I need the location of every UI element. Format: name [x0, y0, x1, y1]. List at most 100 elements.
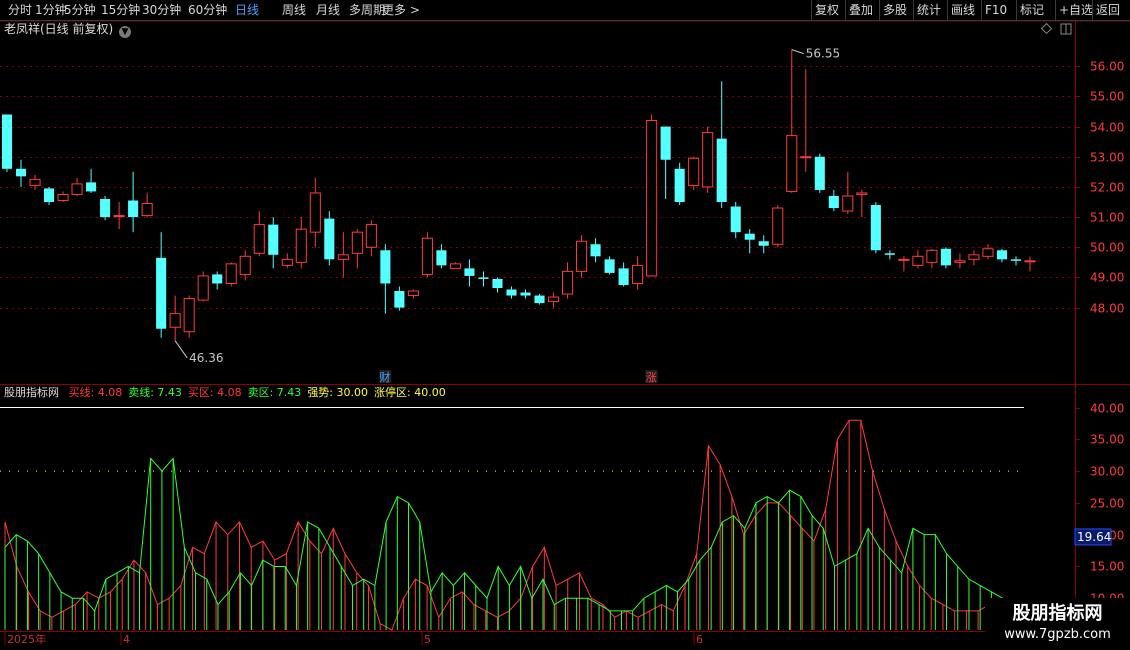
candle-body: [800, 156, 812, 159]
candle: [576, 235, 588, 278]
period-tab-7[interactable]: 周线: [282, 2, 306, 18]
candle: [688, 156, 700, 190]
candle: [1010, 256, 1022, 266]
candle: [197, 271, 209, 302]
toolbar-action-8[interactable]: 返回: [1096, 2, 1120, 18]
watermark: 股朋指标网 www.7gpzb.com: [985, 598, 1130, 650]
candle-body: [100, 198, 111, 218]
period-tab-4[interactable]: 30分钟: [142, 2, 181, 18]
candle-body: [1024, 260, 1036, 263]
toolbar-action-7[interactable]: +自选: [1059, 2, 1093, 18]
indicator-tick-label: 35.00: [1090, 433, 1124, 447]
candle: [842, 171, 854, 215]
diamond-icon: [1040, 22, 1053, 35]
candle: [183, 295, 195, 338]
candle-body: [421, 237, 433, 275]
candle: [478, 271, 489, 287]
candle-body: [730, 206, 741, 233]
candle-body: [968, 254, 980, 260]
high-pointer: [791, 49, 804, 55]
candle-body: [15, 168, 27, 177]
period-tab-1[interactable]: 1分钟: [35, 2, 67, 18]
candle-body: [156, 257, 167, 329]
candle: [632, 256, 644, 290]
period-tab-10[interactable]: 更多 >: [382, 2, 420, 18]
toolbar-separator: [913, 0, 914, 20]
candle: [828, 189, 839, 212]
indicator-legend-item: 涨停区: 40.00: [374, 386, 446, 399]
chevron-down-icon[interactable]: ▼: [119, 26, 132, 38]
toolbar-action-6[interactable]: 标记: [1020, 2, 1044, 18]
indicator-legend-item: 卖区: 7.43: [247, 386, 302, 399]
candle: [674, 162, 685, 206]
candle: [954, 253, 966, 269]
candle-body: [758, 241, 769, 246]
candle-body: [814, 156, 825, 190]
indicator-legend-item: 卖线: 7.43: [128, 386, 182, 399]
toolbar-action-4[interactable]: 画线: [951, 2, 975, 18]
candle-body: [113, 215, 125, 218]
indicator-tick-label: 25.00: [1090, 497, 1124, 511]
high-price-label: 56.55: [806, 47, 840, 61]
candle: [1024, 256, 1036, 272]
event-marker-finance: 财: [379, 370, 390, 384]
candle-body: [716, 138, 727, 202]
time-axis-label: 4: [123, 633, 130, 646]
candle: [506, 286, 517, 299]
price-tick-label: 49.00: [1090, 271, 1124, 285]
indicator-tick-label: 15.00: [1090, 560, 1124, 574]
toolbar-action-3[interactable]: 统计: [917, 2, 941, 18]
indicator-name[interactable]: 股朋指标网: [4, 386, 59, 399]
current-value-label: 19.64: [1077, 530, 1111, 544]
candle: [156, 232, 167, 338]
candle: [940, 247, 951, 269]
candle-body: [57, 193, 69, 201]
candle: [800, 69, 812, 172]
toolbar-action-5[interactable]: F10: [985, 2, 1007, 18]
candle-body: [520, 292, 531, 296]
period-tab-0[interactable]: 分时: [8, 2, 32, 18]
candle: [856, 189, 868, 218]
low-pointer: [174, 340, 188, 359]
period-tab-8[interactable]: 月线: [316, 2, 340, 18]
candle: [464, 259, 475, 287]
toolbar-action-2[interactable]: 多股: [883, 2, 907, 18]
stock-title[interactable]: 老凤祥(日线 前复权) ▼: [4, 21, 132, 38]
candle: [618, 262, 629, 287]
indicator-legend-item: 强势: 30.00: [307, 386, 369, 399]
indicator-legend-item: 买线: 4.08: [68, 386, 123, 399]
candle: [520, 289, 531, 299]
period-tab-2[interactable]: 5分钟: [64, 2, 96, 18]
period-tab-5[interactable]: 60分钟: [188, 2, 227, 18]
price-tick-label: 48.00: [1090, 302, 1124, 316]
toolbar-action-1[interactable]: 叠加: [849, 2, 873, 18]
candle-body: [281, 258, 293, 266]
period-tab-6[interactable]: 日线: [235, 2, 259, 18]
candle: [646, 114, 658, 277]
indicator-title: 股朋指标网 买线: 4.08 卖线: 7.43 买区: 4.08 卖区: 7.43 强势…: [4, 386, 452, 400]
candle: [968, 250, 980, 266]
toolbar-separator: [981, 0, 982, 20]
candle-body: [898, 258, 910, 261]
toolbar-action-0[interactable]: 复权: [815, 2, 839, 18]
candle: [324, 211, 335, 266]
candle-body: [169, 313, 181, 328]
candle: [394, 286, 405, 311]
indicator-legend-item: 买区: 4.08: [187, 386, 242, 399]
candle-body: [786, 135, 798, 192]
candle: [337, 232, 349, 278]
candle: [716, 81, 727, 209]
period-tab-9[interactable]: 多周期: [349, 2, 385, 18]
sell-line-line: [4, 457, 1026, 618]
candle-body: [772, 207, 784, 245]
price-tick-label: 52.00: [1090, 181, 1124, 195]
price-tick-label: 56.00: [1090, 60, 1124, 74]
candle: [772, 205, 784, 248]
time-axis-label: 5: [424, 633, 431, 646]
time-axis-label: 6: [696, 633, 703, 646]
candle-body: [86, 182, 97, 192]
candle-body: [464, 268, 475, 276]
candle-body: [926, 249, 938, 263]
period-tab-3[interactable]: 15分钟: [101, 2, 140, 18]
candle-body: [212, 274, 223, 284]
